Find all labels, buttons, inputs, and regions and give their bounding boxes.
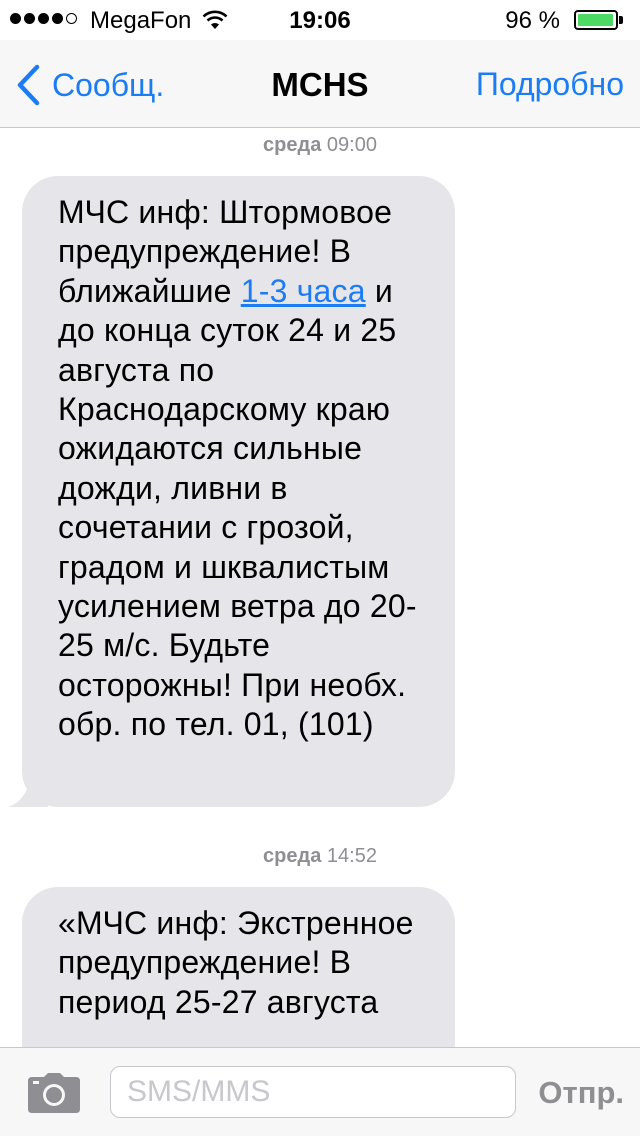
status-bar: MegaFon 19:06 96 % <box>0 0 640 40</box>
chevron-left-icon <box>16 64 40 106</box>
message-input[interactable] <box>111 1067 515 1117</box>
back-button-label: Сообщ. <box>52 66 165 103</box>
details-button[interactable]: Подробно <box>476 66 624 103</box>
timestamp-time: 09:00 <box>326 134 377 156</box>
battery-icon <box>574 10 618 30</box>
message-timestamp: среда 09:00 <box>0 134 640 157</box>
timestamp-day: среда <box>263 134 322 156</box>
back-button[interactable]: Сообщ. <box>16 64 164 106</box>
battery-percentage: 96 % <box>505 7 560 34</box>
message-text: «МЧС инф: Экстренное предупреждение! В п… <box>58 905 414 1020</box>
message-input-field[interactable] <box>110 1066 516 1118</box>
timestamp-day: среда <box>263 845 322 867</box>
message-timestamp: среда 14:52 <box>0 845 640 868</box>
navigation-bar: Сообщ. MCHS Подробно <box>0 40 640 128</box>
message-input-bar: Отпр. <box>0 1047 640 1136</box>
timestamp-time: 14:52 <box>326 845 377 867</box>
message-bubble[interactable]: МЧС инф: Штормовое предупреждение! В бли… <box>8 176 455 807</box>
message-link[interactable]: 1-3 часа <box>241 273 366 309</box>
message-text: и до конца суток 24 и 25 августа по Крас… <box>58 272 417 743</box>
send-button[interactable]: Отпр. <box>538 1075 624 1111</box>
bubble-tail <box>8 777 48 807</box>
camera-icon[interactable] <box>28 1073 80 1118</box>
